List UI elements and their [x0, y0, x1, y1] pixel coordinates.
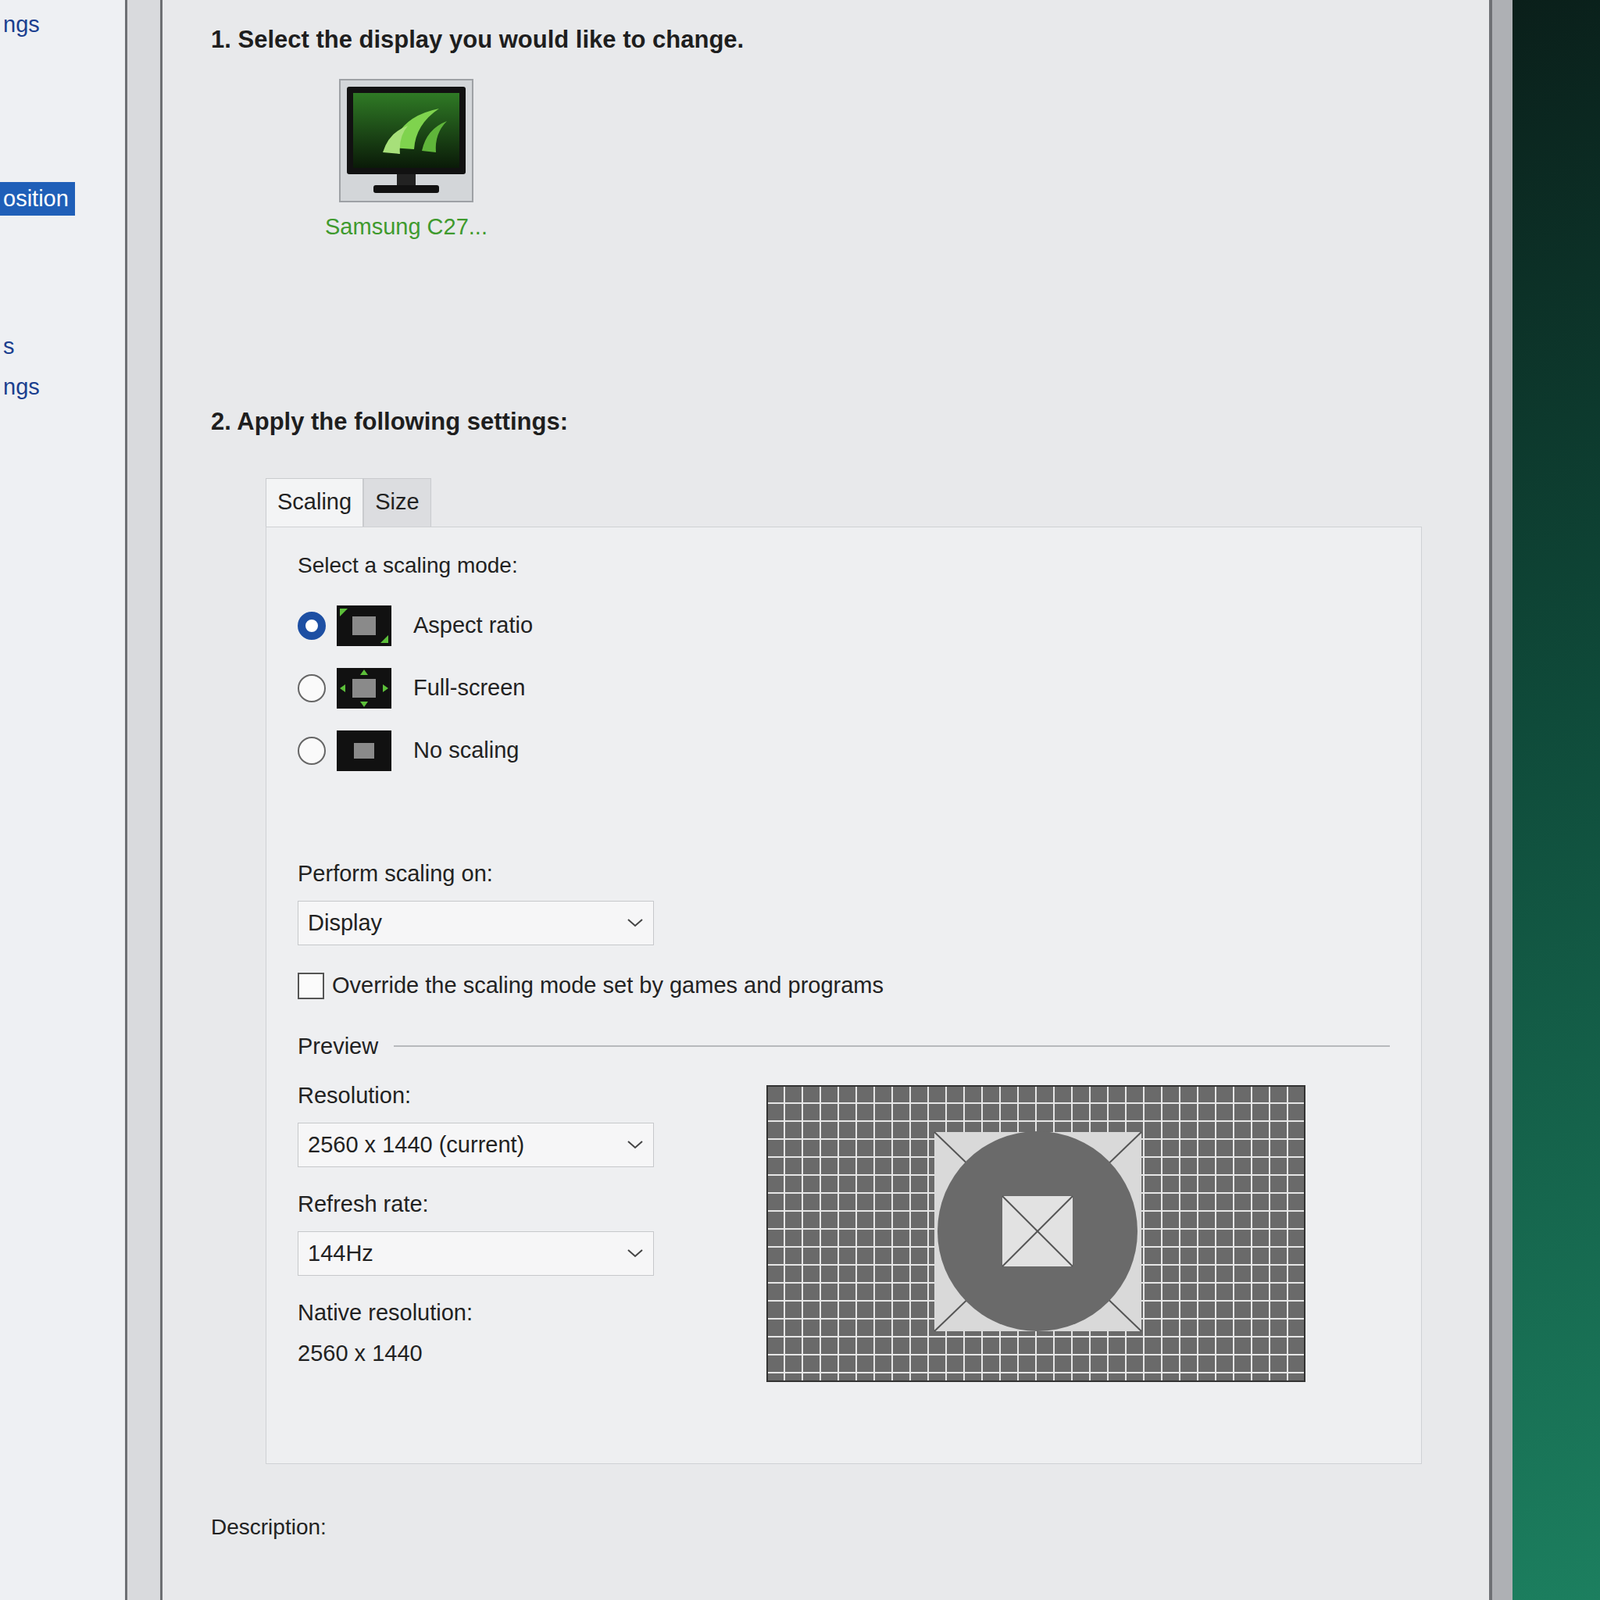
perform-scaling-dropdown[interactable]: Display	[297, 900, 654, 947]
step-one-heading: 1. Select the display you would like to …	[210, 21, 1458, 59]
perform-scaling-label: Perform scaling on:	[297, 857, 1390, 892]
settings-area: ScalingSize Select a scaling mode: Aspect …	[265, 478, 1422, 1465]
sidebar: ngs osition s ngs	[0, 0, 125, 1600]
sidebar-item[interactable]: osition	[0, 182, 75, 216]
scaling-mode-option[interactable]: No scaling	[297, 730, 1390, 772]
scaling-mode-option[interactable]: Full-screen	[297, 667, 1390, 709]
scaling-mode-label[interactable]: No scaling	[413, 733, 519, 768]
pane-divider[interactable]	[125, 0, 163, 1600]
desktop-background	[1512, 0, 1600, 1600]
chevron-down-icon	[626, 1247, 644, 1259]
perform-scaling-dropdown-value: Display	[307, 906, 383, 941]
chevron-down-icon	[626, 1139, 644, 1150]
display-frame[interactable]	[339, 78, 474, 203]
scaling-mode-icon	[336, 730, 392, 772]
native-resolution-value: 2560 x 1440	[297, 1336, 665, 1372]
sidebar-item[interactable]: s	[0, 329, 22, 364]
display-option[interactable]: Samsung C27...	[312, 78, 500, 245]
scaling-mode-option[interactable]: Aspect ratio	[297, 605, 1390, 647]
override-checkbox[interactable]	[297, 972, 325, 1000]
display-label[interactable]: Samsung C27...	[325, 210, 488, 245]
sidebar-item[interactable]: ngs	[0, 7, 47, 42]
tab-strip: ScalingSize	[265, 478, 1422, 528]
preview-rule	[393, 1045, 1390, 1047]
refresh-rate-label: Refresh rate:	[297, 1187, 665, 1222]
native-resolution-label: Native resolution:	[297, 1296, 665, 1331]
override-option[interactable]: Override the scaling mode set by games a…	[297, 968, 1390, 1004]
settings-tab[interactable]: Scaling	[265, 478, 364, 528]
scaling-mode-list: Aspect ratio Full-screen No scaling	[297, 605, 1390, 772]
scaling-prompt: Select a scaling mode:	[297, 549, 1390, 583]
chevron-down-icon	[626, 917, 644, 929]
refresh-rate-dropdown[interactable]: 144Hz	[297, 1231, 654, 1277]
scaling-preview-icon	[766, 1085, 1306, 1383]
step-two-heading: 2. Apply the following settings:	[210, 403, 1458, 441]
scaling-panel: Select a scaling mode: Aspect ratio Full-s…	[265, 526, 1422, 1465]
sidebar-item[interactable]: ngs	[0, 370, 47, 404]
preview-fields: Resolution: 2560 x 1440 (current) Refresh …	[297, 1078, 665, 1383]
scaling-mode-icon	[336, 605, 392, 647]
scaling-mode-radio[interactable]	[297, 611, 326, 640]
scaling-mode-icon	[336, 667, 392, 709]
main-panel: 1. Select the display you would like to …	[162, 0, 1490, 1600]
monitor-icon	[345, 85, 468, 197]
resolution-label: Resolution:	[297, 1078, 665, 1114]
preview-row: Resolution: 2560 x 1440 (current) Refresh …	[297, 1078, 1390, 1383]
scaling-mode-radio[interactable]	[297, 736, 326, 765]
scaling-mode-radio[interactable]	[297, 674, 326, 703]
refresh-rate-dropdown-value: 144Hz	[307, 1236, 374, 1272]
resolution-dropdown-value: 2560 x 1440 (current)	[307, 1128, 525, 1163]
window-border	[1489, 0, 1513, 1600]
settings-tab[interactable]: Size	[363, 478, 431, 528]
preview-title: Preview	[297, 1029, 379, 1065]
preview-header: Preview	[297, 1029, 1390, 1065]
scaling-mode-label[interactable]: Aspect ratio	[413, 608, 533, 643]
scaling-mode-label[interactable]: Full-screen	[413, 671, 525, 706]
resolution-dropdown[interactable]: 2560 x 1440 (current)	[297, 1122, 654, 1168]
override-label[interactable]: Override the scaling mode set by games a…	[332, 968, 884, 1004]
app-window: ngs osition s ngs 1. Select the display you …	[0, 0, 1600, 1600]
description-label: Description:	[210, 1510, 1458, 1544]
